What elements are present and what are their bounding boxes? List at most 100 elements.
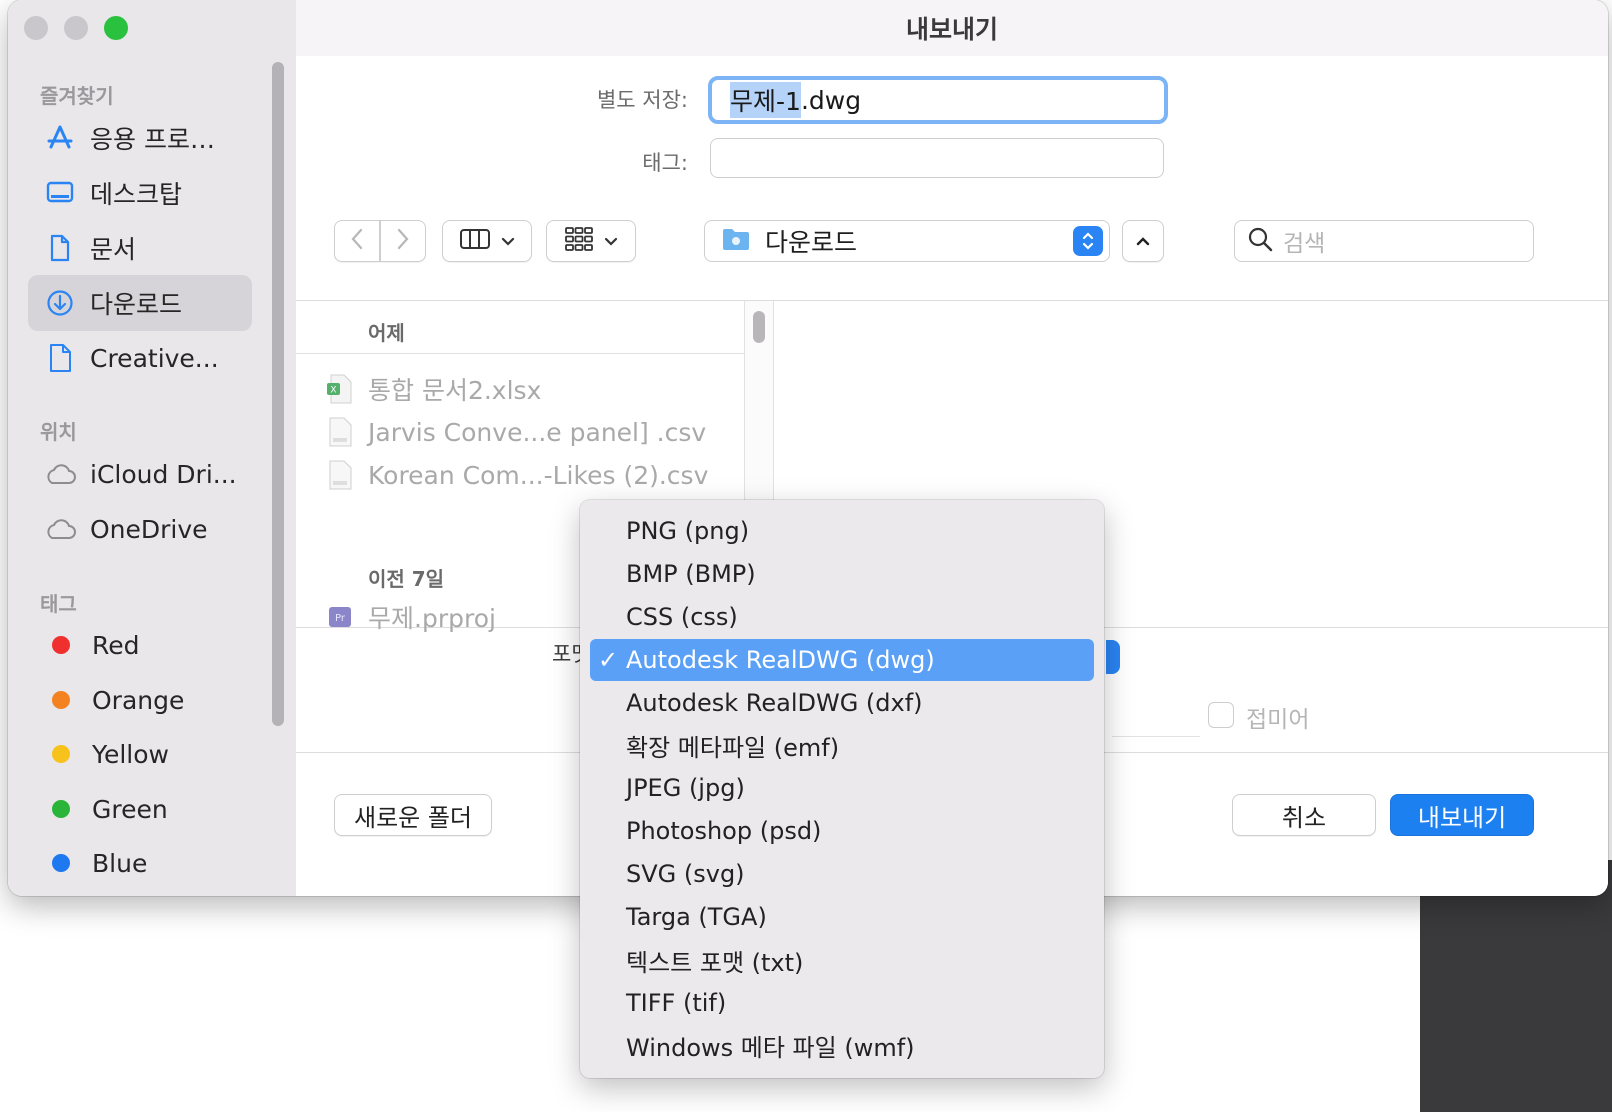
format-menu-item[interactable]: SVG (svg) [590, 853, 1094, 895]
format-menu-item[interactable]: 텍스트 포맷 (txt) [590, 939, 1094, 981]
popup-stepper-icon [1073, 226, 1103, 256]
sidebar-item-label: 응용 프로… [90, 125, 215, 154]
format-menu-item[interactable]: BMP (BMP) [590, 553, 1094, 595]
tags-header: 태그 [40, 592, 77, 616]
close-window-button[interactable] [24, 16, 48, 40]
tag-color-dot [52, 800, 70, 818]
csv-file-icon [326, 416, 354, 448]
format-popup-menu: PNG (png) BMP (BMP) CSS (css) ✓ Autodesk Rea… [580, 500, 1104, 1078]
format-menu-item-label: 확장 메타파일 (emf) [626, 734, 840, 762]
csv-file-icon [326, 459, 354, 491]
document-icon [42, 230, 78, 266]
column-view-button[interactable] [442, 220, 532, 262]
sidebar-tag-blue[interactable]: Blue [28, 835, 252, 891]
file-name: 통합 문서2.xlsx [368, 376, 542, 405]
format-menu-item[interactable]: Targa (TGA) [590, 896, 1094, 938]
format-menu-item-label: BMP (BMP) [626, 559, 756, 588]
file-row[interactable]: Korean Com...-Likes (2).csv [326, 455, 708, 495]
forward-button[interactable] [380, 220, 426, 262]
tag-label: Red [92, 630, 140, 660]
search-placeholder: 검색 [1283, 231, 1326, 257]
filename-field[interactable]: 무제-1 .dwg [708, 76, 1168, 124]
format-menu-item[interactable]: PNG (png) [590, 510, 1094, 552]
sidebar-item-icloud[interactable]: iCloud Dri... [28, 446, 252, 502]
hide-extension-checkbox[interactable] [1208, 702, 1234, 728]
app-store-icon [42, 120, 78, 156]
format-menu-item[interactable]: Photoshop (psd) [590, 810, 1094, 852]
tags-field[interactable] [710, 138, 1164, 178]
excel-file-icon: X [326, 373, 354, 405]
divider [296, 353, 744, 354]
premiere-file-icon: Pr [326, 601, 354, 633]
sidebar: 즐겨찾기 응용 프로… 데스크탑 문서 다운로드 Creative... 위치 … [8, 0, 297, 896]
format-menu-item[interactable]: JPEG (jpg) [590, 767, 1094, 809]
filename-selected-text: 무제-1 [730, 82, 801, 118]
format-menu-item[interactable]: 확장 메타파일 (emf) [590, 725, 1094, 767]
format-menu-item-label: CSS (css) [626, 602, 738, 631]
file-icon [42, 340, 78, 376]
sidebar-item-label: 문서 [90, 235, 137, 264]
sidebar-item-label: OneDrive [90, 514, 208, 544]
location-popup[interactable]: 다운로드 [704, 220, 1110, 262]
desktop-icon [42, 175, 78, 211]
file-name: Jarvis Conve...e panel] .csv [368, 417, 707, 447]
divider [1112, 736, 1200, 737]
format-menu-item[interactable]: Windows 메타 파일 (wmf) [590, 1025, 1094, 1067]
folder-icon [721, 226, 751, 256]
new-folder-button[interactable]: 새로운 폴더 [334, 794, 492, 836]
hide-extension-label: 접미어 [1246, 707, 1310, 733]
back-button[interactable] [334, 220, 380, 262]
format-menu-item[interactable]: Autodesk RealDWG (dxf) [590, 682, 1094, 724]
chevron-left-icon [349, 227, 365, 255]
file-row[interactable]: Pr 무제.prproj [326, 597, 496, 637]
cloud-icon [42, 511, 78, 547]
sidebar-tag-orange[interactable]: Orange [28, 672, 252, 728]
search-input[interactable]: 검색 [1234, 220, 1534, 262]
sidebar-tag-green[interactable]: Green [28, 781, 252, 837]
format-menu-item[interactable]: ✓ Autodesk RealDWG (dwg) [590, 638, 1094, 681]
file-name: Korean Com...-Likes (2).csv [368, 460, 709, 490]
export-button[interactable]: 내보내기 [1390, 794, 1534, 836]
file-row[interactable]: Jarvis Conve...e panel] .csv [326, 412, 706, 452]
format-menu-item-label: 텍스트 포맷 (txt) [626, 948, 804, 977]
collapse-button[interactable] [1122, 220, 1164, 262]
format-menu-item-label: SVG (svg) [626, 860, 745, 889]
tag-label: Green [92, 794, 168, 824]
sidebar-item-onedrive[interactable]: OneDrive [28, 501, 252, 557]
format-menu-item[interactable]: TIFF (tif) [590, 982, 1094, 1024]
sidebar-item-label: 다운로드 [90, 290, 183, 319]
sidebar-item-creative[interactable]: Creative... [28, 330, 252, 386]
tag-label: Blue [92, 848, 148, 878]
location-label: 다운로드 [765, 228, 858, 257]
file-row[interactable]: X 통합 문서2.xlsx [326, 369, 541, 409]
sidebar-item-downloads[interactable]: 다운로드 [28, 275, 252, 331]
minimize-window-button[interactable] [64, 16, 88, 40]
format-menu-item[interactable]: CSS (css) [590, 596, 1094, 638]
format-popup-edge[interactable] [1106, 640, 1120, 674]
sidebar-item-documents[interactable]: 문서 [28, 220, 252, 276]
format-menu-item-label: Targa (TGA) [626, 903, 767, 932]
format-menu-item-label: PNG (png) [626, 517, 750, 545]
sidebar-item-desktop[interactable]: 데스크탑 [28, 165, 252, 221]
save-as-label: 별도 저장: [596, 88, 688, 112]
group-view-button[interactable] [546, 220, 636, 262]
checkmark-icon: ✓ [597, 645, 619, 674]
svg-text:X: X [330, 386, 336, 396]
zoom-window-button[interactable] [104, 16, 128, 40]
chevron-down-icon [604, 232, 618, 251]
tag-label: Orange [92, 685, 185, 715]
scrollbar-thumb[interactable] [753, 311, 765, 343]
format-menu-item-label: Autodesk RealDWG (dxf) [626, 688, 923, 717]
grid-icon [564, 226, 594, 256]
sidebar-item-label: iCloud Dri... [90, 459, 237, 489]
cancel-button[interactable]: 취소 [1232, 794, 1376, 836]
columns-icon [459, 227, 491, 255]
sidebar-tag-yellow[interactable]: Yellow [28, 726, 252, 782]
sidebar-scrollbar[interactable] [272, 62, 284, 726]
tags-label: 태그: [642, 151, 688, 175]
chevron-down-icon [501, 232, 515, 251]
sidebar-item-applications[interactable]: 응용 프로… [28, 110, 252, 166]
tag-label: Yellow [92, 739, 169, 769]
sidebar-tag-red[interactable]: Red [28, 617, 252, 673]
window-title: 내보내기 [905, 15, 998, 44]
